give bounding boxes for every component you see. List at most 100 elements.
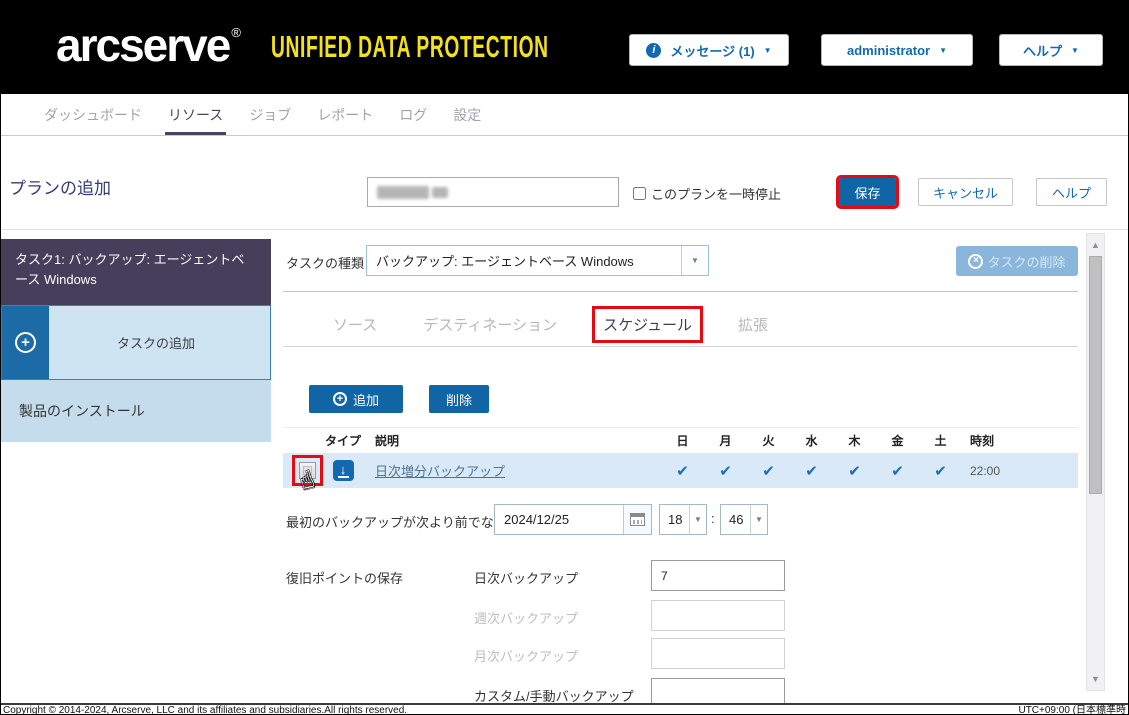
- pause-plan-checkbox[interactable]: [633, 187, 646, 200]
- chevron-down-icon: ▼: [694, 515, 702, 524]
- first-backup-date-field[interactable]: 2024/12/25: [494, 504, 652, 535]
- schedule-delete-button[interactable]: 削除: [429, 385, 489, 413]
- task-subtabs: ソース デスティネーション スケジュール 拡張: [283, 302, 1078, 346]
- task-type-select[interactable]: バックアップ: エージェントベース Windows ▼: [366, 245, 709, 276]
- logo-wordmark: arcserve: [56, 19, 231, 71]
- plan-name-redacted: [432, 186, 448, 198]
- tab-destination[interactable]: デスティネーション: [415, 309, 565, 340]
- retention-monthly-input[interactable]: [651, 638, 785, 669]
- add-task-icon-cell: +: [2, 306, 49, 379]
- check-mon-icon: ✔: [719, 462, 732, 480]
- scroll-down-button[interactable]: ▼: [1087, 674, 1104, 684]
- header-description: 説明: [375, 434, 400, 448]
- main-nav: ダッシュボード リソース ジョブ レポート ログ 設定: [1, 94, 1128, 136]
- retention-custom-label: カスタム/手動バックアップ: [474, 689, 634, 703]
- nav-resources[interactable]: リソース: [155, 94, 236, 135]
- chevron-down-icon: ▼: [763, 45, 772, 55]
- calendar-picker-button[interactable]: [623, 505, 651, 534]
- minute-dropdown-button[interactable]: ▼: [750, 505, 767, 534]
- check-tue-icon: ✔: [762, 462, 775, 480]
- user-menu-button[interactable]: administrator ▼: [821, 34, 973, 66]
- chevron-down-icon: ▼: [691, 256, 699, 265]
- task-type-dropdown-button[interactable]: ▼: [681, 246, 708, 275]
- retention-weekly-label: 週次バックアップ: [474, 611, 579, 626]
- arcserve-logo: arcserve ® UNIFIED DATA PROTECTION: [56, 19, 719, 71]
- registered-mark: ®: [231, 25, 241, 40]
- help-label: ヘルプ: [1023, 43, 1063, 59]
- retention-monthly-label: 月次バックアップ: [474, 649, 579, 664]
- retention-daily-label: 日次バックアップ: [474, 571, 579, 586]
- minute-value: 46: [729, 512, 744, 527]
- save-button[interactable]: 保存: [836, 175, 899, 209]
- delete-task-label: タスクの削除: [987, 254, 1066, 270]
- header-day-wed: 水: [805, 434, 818, 448]
- messages-label: メッセージ (1): [670, 43, 755, 59]
- header-day-tue: 火: [762, 434, 775, 448]
- nav-settings[interactable]: 設定: [440, 94, 494, 135]
- scroll-up-button[interactable]: ▲: [1087, 240, 1104, 250]
- cross-circle-icon: ×: [968, 253, 984, 269]
- nav-dashboard[interactable]: ダッシュボード: [31, 94, 155, 135]
- row-description-cell: 日次増分バックアップ: [363, 461, 661, 481]
- schedule-add-button[interactable]: + 追加: [309, 385, 403, 413]
- pause-plan-option: このプランを一時停止: [633, 184, 781, 203]
- plan-name-redacted: [377, 185, 429, 199]
- messages-button[interactable]: i メッセージ (1) ▼: [629, 34, 789, 66]
- cancel-button[interactable]: キャンセル: [918, 178, 1013, 206]
- sidebar-item-add-task[interactable]: + タスクの追加: [1, 305, 271, 380]
- retention-weekly-input[interactable]: [651, 600, 785, 631]
- schedule-table-row: ☝ ↓ 日次増分バックアップ ✔ ✔ ✔ ✔ ✔ ✔ ✔ 22:00: [283, 453, 1078, 495]
- minute-select[interactable]: 46 ▼: [720, 504, 768, 535]
- header-select-cell: [283, 428, 323, 453]
- schedule-add-label: 追加: [352, 392, 379, 408]
- check-sat-icon: ✔: [934, 462, 947, 480]
- tab-schedule[interactable]: スケジュール: [592, 305, 704, 343]
- status-footer: Copyright © 2014-2024, Arcserve, LLC and…: [1, 703, 1128, 715]
- date-value: 2024/12/25: [504, 512, 570, 527]
- delete-task-button[interactable]: × タスクの削除: [956, 246, 1078, 276]
- time-colon: :: [711, 511, 715, 526]
- header-day-sat: 土: [934, 434, 947, 448]
- check-wed-icon: ✔: [805, 462, 818, 480]
- row-type-cell: ↓: [323, 460, 363, 481]
- sidebar-item-install-product[interactable]: 製品のインストール: [1, 380, 271, 442]
- help-menu-button[interactable]: ヘルプ ▼: [999, 34, 1103, 66]
- down-arrow-glyph: ↓: [339, 461, 347, 477]
- tab-source[interactable]: ソース: [325, 309, 385, 340]
- vertical-scrollbar[interactable]: ▲ ▼: [1086, 233, 1105, 691]
- sidebar-item-task1[interactable]: タスク1: バックアップ: エージェントベース Windows: [1, 239, 271, 305]
- task-type-value: バックアップ: エージェントベース Windows: [376, 254, 634, 269]
- app-window: arcserve ® UNIFIED DATA PROTECTION i メッセ…: [0, 0, 1129, 715]
- copyright-text: Copyright © 2014-2024, Arcserve, LLC and…: [3, 705, 408, 715]
- task-panel: タスクの種類 バックアップ: エージェントベース Windows ▼ × タスク…: [283, 230, 1078, 703]
- content-area: タスク1: バックアップ: エージェントベース Windows + タスクの追加…: [1, 230, 1128, 703]
- plan-name-input[interactable]: [367, 177, 619, 207]
- nav-reports[interactable]: レポート: [304, 94, 386, 135]
- calendar-icon: [630, 513, 645, 526]
- help-button[interactable]: ヘルプ: [1036, 178, 1107, 206]
- hour-select[interactable]: 18 ▼: [659, 504, 707, 535]
- nav-jobs[interactable]: ジョブ: [236, 94, 304, 135]
- row-select-cell: ☝: [283, 453, 323, 495]
- retention-custom-input[interactable]: [651, 678, 785, 703]
- hour-dropdown-button[interactable]: ▼: [689, 505, 706, 534]
- timezone-text: UTC+09:00 (日本標準時: [1018, 705, 1126, 715]
- nav-log[interactable]: ログ: [386, 94, 440, 135]
- schedule-table-header: タイプ 説明 日 月 火 水 木 金 土 時刻: [283, 427, 1078, 453]
- top-bar: arcserve ® UNIFIED DATA PROTECTION i メッセ…: [1, 1, 1128, 94]
- backup-type-icon: ↓: [332, 460, 354, 481]
- task-type-label: タスクの種類: [286, 256, 365, 271]
- retention-daily-input[interactable]: [651, 560, 785, 591]
- scrollbar-thumb[interactable]: [1089, 256, 1102, 494]
- tab-advanced[interactable]: 拡張: [730, 309, 776, 340]
- row-time-value: 22:00: [970, 463, 1001, 478]
- chevron-down-icon: ▼: [1071, 45, 1079, 55]
- schedule-description-link[interactable]: 日次増分バックアップ: [375, 464, 505, 479]
- plus-circle-icon: +: [15, 332, 36, 353]
- check-thu-icon: ✔: [848, 462, 861, 480]
- add-task-label: タスクの追加: [49, 306, 270, 379]
- check-sun-icon: ✔: [676, 462, 689, 480]
- hour-value: 18: [668, 512, 683, 527]
- divider: [283, 346, 1078, 347]
- header-time: 時刻: [970, 434, 995, 448]
